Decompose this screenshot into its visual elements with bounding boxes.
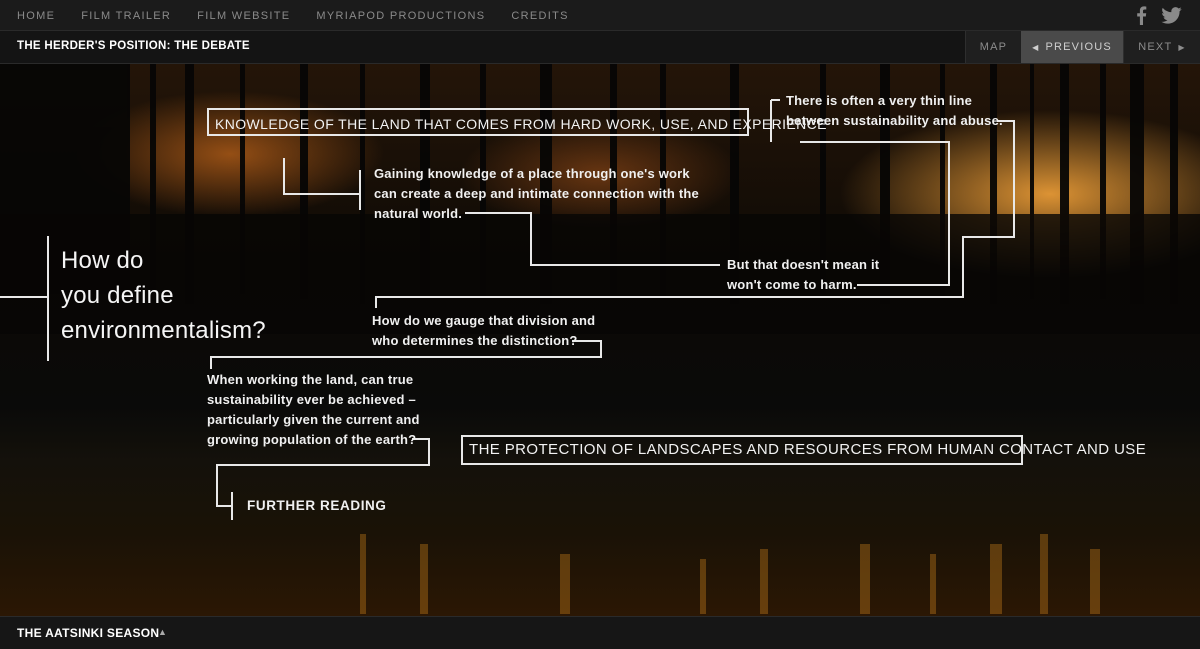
further-reading-link[interactable]: FURTHER READING <box>247 496 387 516</box>
text-line: There is often a very thin line <box>786 93 973 108</box>
question-line: How do <box>61 247 144 274</box>
note-harm: But that doesn't mean it won't come to h… <box>727 255 879 295</box>
text-line: between sustainability and abuse. <box>786 113 1003 128</box>
knowledge-box[interactable]: KNOWLEDGE OF THE LAND THAT COMES FROM HA… <box>207 108 827 136</box>
next-button[interactable]: NEXT ▶ <box>1123 31 1200 63</box>
facebook-icon[interactable] <box>1136 6 1147 30</box>
text-line: Gaining knowledge of a place through one… <box>374 166 690 181</box>
next-label: NEXT <box>1138 41 1173 53</box>
footer-title[interactable]: THE AATSINKI SEASON <box>17 626 159 640</box>
previous-button[interactable]: ◀ PREVIOUS <box>1021 31 1123 63</box>
map-button[interactable]: MAP <box>965 31 1021 63</box>
social-links <box>1136 6 1182 30</box>
text-line: How do we gauge that division and <box>372 313 596 328</box>
nav-film-website[interactable]: FILM WEBSITE <box>197 10 290 22</box>
protection-box[interactable]: THE PROTECTION OF LANDSCAPES AND RESOURC… <box>461 435 1146 465</box>
footer-bar: THE AATSINKI SEASON ▲ <box>0 616 1200 649</box>
text-line: growing population of the earth? <box>207 432 417 447</box>
text-line: particularly given the current and <box>207 412 420 427</box>
nav-home[interactable]: HOME <box>17 10 55 22</box>
text-line: When working the land, can true <box>207 372 414 387</box>
note-sustainability: When working the land, can true sustaina… <box>207 370 420 450</box>
note-knowledge: Gaining knowledge of a place through one… <box>374 164 699 224</box>
question-line: environmentalism? <box>61 317 266 344</box>
previous-label: PREVIOUS <box>1045 41 1112 53</box>
top-navigation: HOME FILM TRAILER FILM WEBSITE MYRIAPOD … <box>0 0 1200 31</box>
nav-film-trailer[interactable]: FILM TRAILER <box>81 10 171 22</box>
nav-myriapod-productions[interactable]: MYRIAPOD PRODUCTIONS <box>316 10 485 22</box>
page-title: THE HERDER'S POSITION: THE DEBATE <box>17 40 250 52</box>
nav-credits[interactable]: CREDITS <box>511 10 568 22</box>
text-line: But that doesn't mean it <box>727 257 880 272</box>
text-line: sustainability ever be achieved – <box>207 392 416 407</box>
note-thin-line: There is often a very thin line between … <box>786 91 1003 131</box>
nav-links: HOME FILM TRAILER FILM WEBSITE MYRIAPOD … <box>17 0 595 31</box>
text-line: can create a deep and intimate connectio… <box>374 186 699 201</box>
map-label: MAP <box>979 41 1008 53</box>
question-line: you define <box>61 282 174 309</box>
text-line: natural world. <box>374 206 463 221</box>
chevron-left-icon: ◀ <box>1032 43 1040 52</box>
caret-up-icon[interactable]: ▲ <box>158 627 167 637</box>
text-line: won't come to harm. <box>727 277 857 292</box>
section-header: THE HERDER'S POSITION: THE DEBATE MAP ◀ P… <box>0 31 1200 64</box>
main-question: How do you define environmentalism? <box>61 243 266 348</box>
text-line: who determines the distinction? <box>372 333 578 348</box>
chevron-right-icon: ▶ <box>1178 43 1186 52</box>
twitter-icon[interactable] <box>1161 7 1182 29</box>
note-gauge: How do we gauge that division and who de… <box>372 311 595 351</box>
